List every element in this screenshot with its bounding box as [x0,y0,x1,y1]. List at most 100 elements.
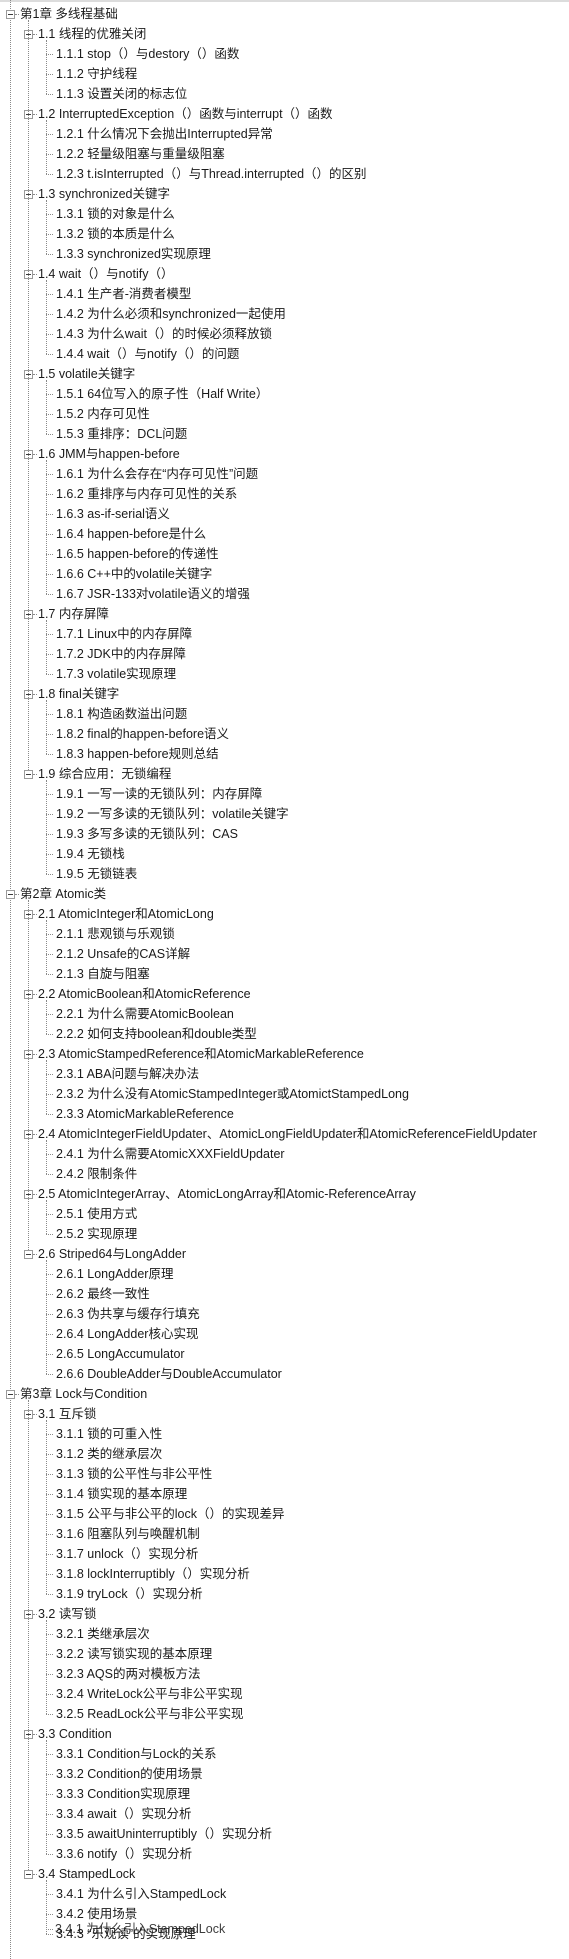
tree-item-section[interactable]: 3.1 互斥锁 [0,1404,569,1424]
tree-item[interactable]: 1.8.1 构造函数溢出问题 [0,704,569,724]
tree-item-section[interactable]: 3.2 读写锁 [0,1604,569,1624]
tree-item-section[interactable]: 2.1 AtomicInteger和AtomicLong [0,904,569,924]
tree-item-section[interactable]: 1.9 综合应用：无锁编程 [0,764,569,784]
tree-item[interactable]: 1.5.2 内存可见性 [0,404,569,424]
tree-item[interactable]: 1.3.1 锁的对象是什么 [0,204,569,224]
tree-item[interactable]: 2.6.4 LongAdder核心实现 [0,1324,569,1344]
tree-item[interactable]: 1.3.2 锁的本质是什么 [0,224,569,244]
tree-item[interactable]: 2.6.6 DoubleAdder与DoubleAccumulator [0,1364,569,1384]
tree-item[interactable]: 2.4.2 限制条件 [0,1164,569,1184]
tree-item[interactable]: 1.6.3 as-if-serial语义 [0,504,569,524]
tree-item[interactable]: 3.3.3 Condition实现原理 [0,1784,569,1804]
tree-item[interactable]: 2.4.1 为什么需要AtomicXXXFieldUpdater [0,1144,569,1164]
tree-item[interactable]: 2.6.2 最终一致性 [0,1284,569,1304]
tree-item[interactable]: 2.5.1 使用方式 [0,1204,569,1224]
tree-item[interactable]: 1.5.1 64位写入的原子性（Half Write） [0,384,569,404]
tree-item[interactable]: 2.2.1 为什么需要AtomicBoolean [0,1004,569,1024]
collapse-toggle-icon[interactable] [6,890,15,899]
tree-item-section[interactable]: 1.5 volatile关键字 [0,364,569,384]
tree-item[interactable]: 1.4.2 为什么必须和synchronized一起使用 [0,304,569,324]
tree-item-section[interactable]: 1.1 线程的优雅关闭 [0,24,569,44]
tree-item-section[interactable]: 3.3 Condition [0,1724,569,1744]
tree-item[interactable]: 1.7.1 Linux中的内存屏障 [0,624,569,644]
tree-item[interactable]: 1.4.3 为什么wait（）的时候必须释放锁 [0,324,569,344]
tree-item-chapter[interactable]: 第1章 多线程基础 [0,4,569,24]
tree-item[interactable]: 1.4.4 wait（）与notify（）的问题 [0,344,569,364]
tree-item[interactable]: 2.3.1 ABA问题与解决办法 [0,1064,569,1084]
tree-item[interactable]: 2.6.3 伪共享与缓存行填充 [0,1304,569,1324]
tree-item[interactable]: 1.6.4 happen-before是什么 [0,524,569,544]
tree-item-section[interactable]: 2.4 AtomicIntegerFieldUpdater、AtomicLong… [0,1124,569,1144]
tree-item[interactable]: 1.3.3 synchronized实现原理 [0,244,569,264]
tree-item-section[interactable]: 1.8 final关键字 [0,684,569,704]
tree-item[interactable]: 3.1.8 lockInterruptibly（）实现分析 [0,1564,569,1584]
tree-item-chapter[interactable]: 第3章 Lock与Condition [0,1384,569,1404]
tree-item-section[interactable]: 2.2 AtomicBoolean和AtomicReference [0,984,569,1004]
tree-item[interactable]: 3.2.1 类继承层次 [0,1624,569,1644]
tree-item[interactable]: 3.1.4 锁实现的基本原理 [0,1484,569,1504]
tree-item[interactable]: 1.6.6 C++中的volatile关键字 [0,564,569,584]
tree-item-section[interactable]: 2.6 Striped64与LongAdder [0,1244,569,1264]
tree-item[interactable]: 3.3.2 Condition的使用场景 [0,1764,569,1784]
tree-item[interactable]: 1.5.3 重排序：DCL问题 [0,424,569,444]
tree-item[interactable]: 1.4.1 生产者-消费者模型 [0,284,569,304]
tree-item[interactable]: 3.1.2 类的继承层次 [0,1444,569,1464]
tree-item[interactable]: 3.3.6 notify（）实现分析 [0,1844,569,1864]
tree-item[interactable]: 3.1.1 锁的可重入性 [0,1424,569,1444]
tree-item-section[interactable]: 1.2 InterruptedException（）函数与interrupt（）… [0,104,569,124]
tree-item[interactable]: 3.1.6 阻塞队列与唤醒机制 [0,1524,569,1544]
collapse-toggle-icon[interactable] [6,10,15,19]
collapse-toggle-icon[interactable] [24,1250,33,1259]
tree-item[interactable]: 1.7.2 JDK中的内存屏障 [0,644,569,664]
tree-item[interactable]: 1.9.4 无锁栈 [0,844,569,864]
tree-item[interactable]: 1.9.1 一写一读的无锁队列：内存屏障 [0,784,569,804]
tree-item[interactable]: 1.6.5 happen-before的传递性 [0,544,569,564]
tree-item[interactable]: 1.9.3 多写多读的无锁队列：CAS [0,824,569,844]
tree-item-section[interactable]: 1.4 wait（）与notify（） [0,264,569,284]
tree-item[interactable]: 1.7.3 volatile实现原理 [0,664,569,684]
tree-item[interactable]: 3.4.1 为什么引入StampedLock [0,1884,569,1904]
tree-item[interactable]: 1.9.5 无锁链表 [0,864,569,884]
tree-item[interactable]: 1.6.1 为什么会存在“内存可见性”问题 [0,464,569,484]
tree-item[interactable]: 1.2.1 什么情况下会抛出Interrupted异常 [0,124,569,144]
tree-item[interactable]: 1.1.2 守护线程 [0,64,569,84]
tree-item[interactable]: 3.3.5 awaitUninterruptibly（）实现分析 [0,1824,569,1844]
tree-item[interactable]: 3.1.3 锁的公平性与非公平性 [0,1464,569,1484]
tree-item[interactable]: 3.2.4 WriteLock公平与非公平实现 [0,1684,569,1704]
tree-item[interactable]: 2.1.1 悲观锁与乐观锁 [0,924,569,944]
tree-item[interactable]: 2.6.1 LongAdder原理 [0,1264,569,1284]
tree-item[interactable]: 3.3.1 Condition与Lock的关系 [0,1744,569,1764]
collapse-toggle-icon[interactable] [24,1870,33,1879]
tree-item-section[interactable]: 2.3 AtomicStampedReference和AtomicMarkabl… [0,1044,569,1064]
tree-item[interactable]: 3.2.2 读写锁实现的基本原理 [0,1644,569,1664]
tree-item[interactable]: 1.1.3 设置关闭的标志位 [0,84,569,104]
tree-item[interactable]: 1.6.2 重排序与内存可见性的关系 [0,484,569,504]
tree-item[interactable]: 3.1.7 unlock（）实现分析 [0,1544,569,1564]
tree-item-chapter[interactable]: 第2章 Atomic类 [0,884,569,904]
collapse-toggle-icon[interactable] [24,770,33,779]
tree-item[interactable]: 1.9.2 一写多读的无锁队列：volatile关键字 [0,804,569,824]
tree-item[interactable]: 2.2.2 如何支持boolean和double类型 [0,1024,569,1044]
tree-item-section[interactable]: 3.4 StampedLock [0,1864,569,1884]
tree-item[interactable]: 1.2.3 t.isInterrupted（）与Thread.interrupt… [0,164,569,184]
tree-item[interactable]: 2.1.2 Unsafe的CAS详解 [0,944,569,964]
tree-item[interactable]: 3.1.5 公平与非公平的lock（）的实现差异 [0,1504,569,1524]
tree-item[interactable]: 2.3.2 为什么没有AtomicStampedInteger或AtomictS… [0,1084,569,1104]
tree-item[interactable]: 3.1.9 tryLock（）实现分析 [0,1584,569,1604]
tree-item-section[interactable]: 1.7 内存屏障 [0,604,569,624]
collapse-toggle-icon[interactable] [6,1390,15,1399]
tree-item[interactable]: 2.5.2 实现原理 [0,1224,569,1244]
tree-item[interactable]: 2.1.3 自旋与阻塞 [0,964,569,984]
tree-item[interactable]: 2.3.3 AtomicMarkableReference [0,1104,569,1124]
tree-item[interactable]: 1.2.2 轻量级阻塞与重量级阻塞 [0,144,569,164]
tree-item[interactable]: 1.1.1 stop（）与destory（）函数 [0,44,569,64]
tree-item[interactable]: 2.6.5 LongAccumulator [0,1344,569,1364]
tree-item[interactable]: 3.3.4 await（）实现分析 [0,1804,569,1824]
tree-item[interactable]: 3.2.3 AQS的两对模板方法 [0,1664,569,1684]
tree-item[interactable]: 3.2.5 ReadLock公平与非公平实现 [0,1704,569,1724]
tree-item-section[interactable]: 1.6 JMM与happen-before [0,444,569,464]
tree-item-section[interactable]: 2.5 AtomicIntegerArray、AtomicLongArray和A… [0,1184,569,1204]
tree-item[interactable]: 1.8.2 final的happen-before语义 [0,724,569,744]
tree-item-section[interactable]: 1.3 synchronized关键字 [0,184,569,204]
tree-item[interactable]: 1.8.3 happen-before规则总结 [0,744,569,764]
